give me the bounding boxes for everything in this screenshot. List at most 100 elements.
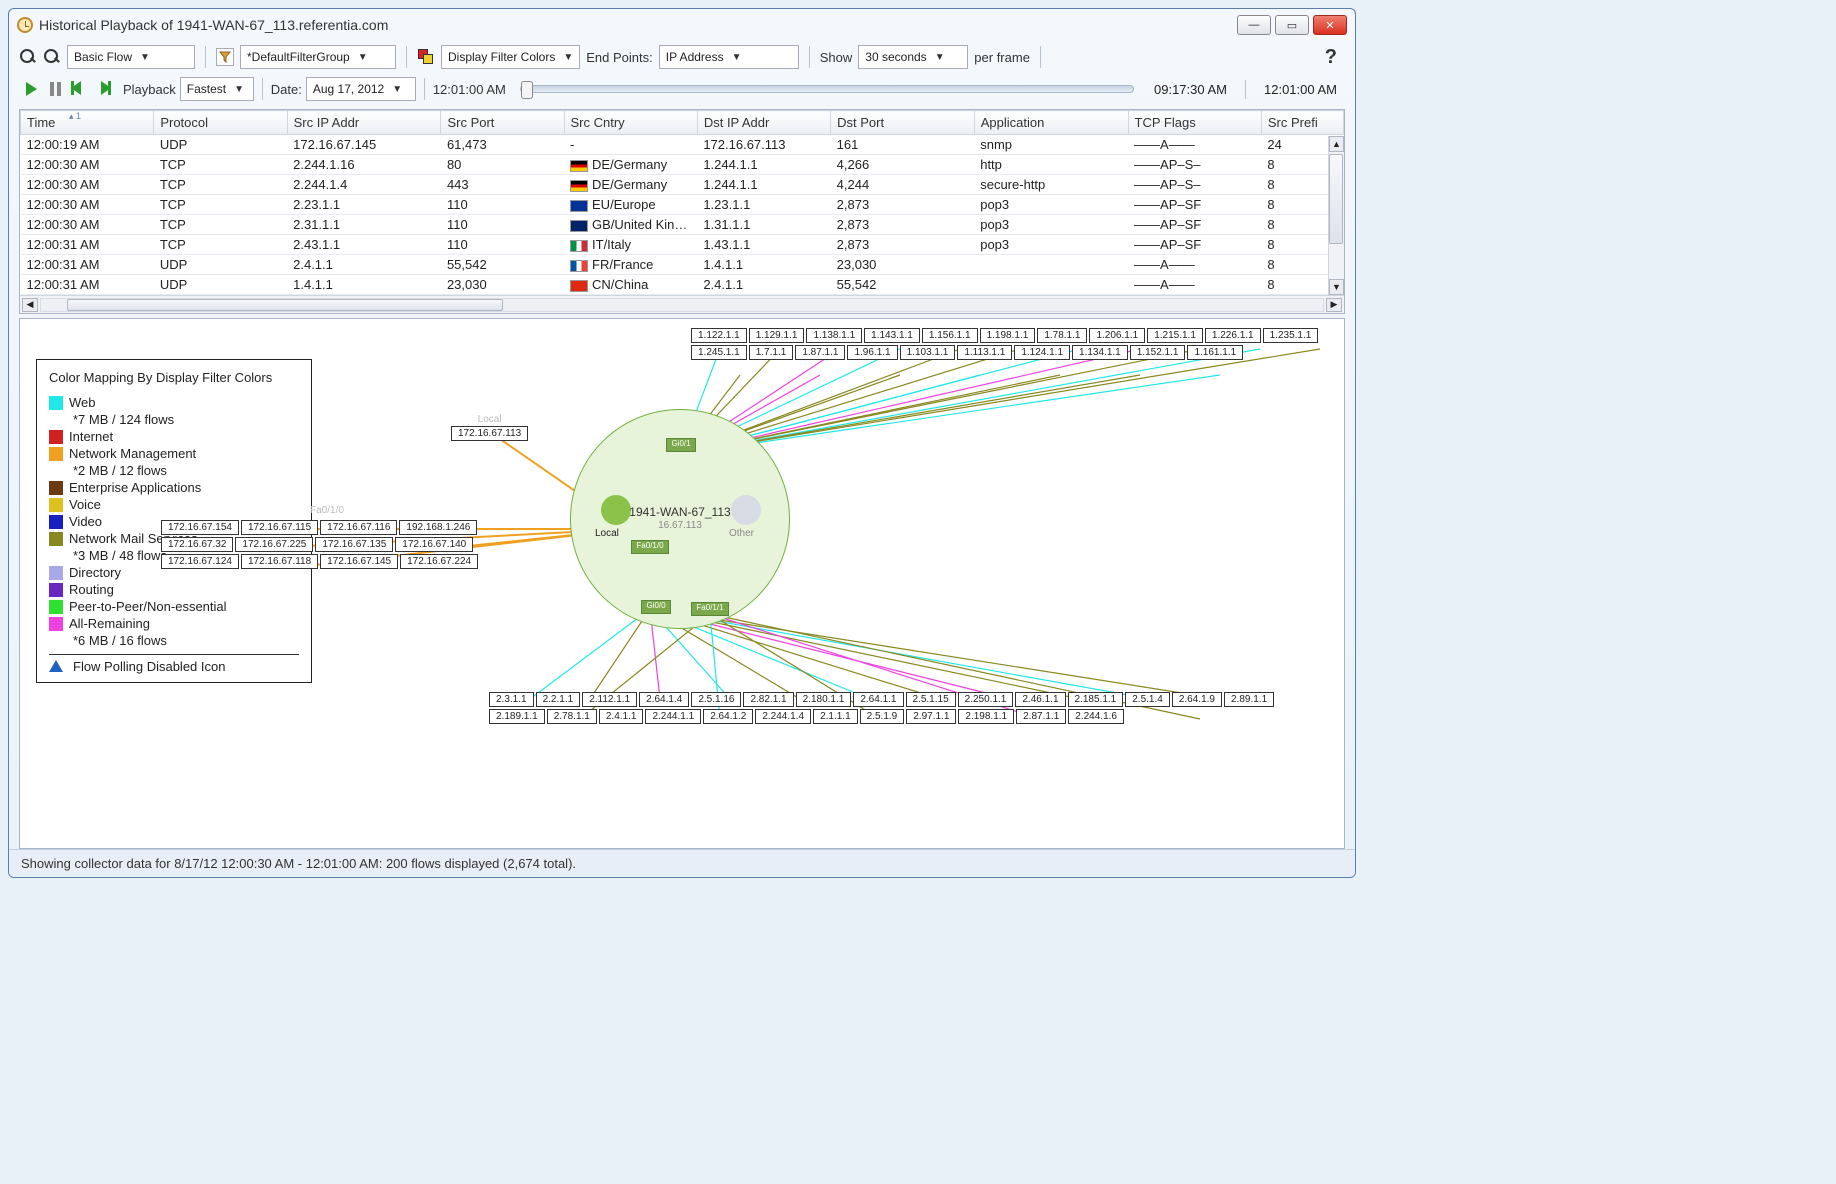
ip-chip[interactable]: 2.189.1.1 <box>489 709 545 724</box>
ip-chip[interactable]: 1.152.1.1 <box>1130 345 1186 360</box>
port-fa011[interactable]: Fa0/1/1 <box>691 602 729 616</box>
ip-chip[interactable]: 2.78.1.1 <box>547 709 597 724</box>
table-row[interactable]: 12:00:31 AMUDP1.4.1.123,030CN/China2.4.1… <box>21 275 1344 295</box>
horizontal-scrollbar[interactable]: ◀ ▶ <box>20 295 1344 313</box>
ip-chip[interactable]: 1.124.1.1 <box>1014 345 1070 360</box>
zoom-in-icon[interactable] <box>19 48 37 66</box>
ip-chip[interactable]: 192.168.1.246 <box>399 520 477 535</box>
ip-chip[interactable]: 2.244.1.4 <box>755 709 811 724</box>
ip-chip[interactable]: 2.5.1.9 <box>860 709 905 724</box>
col-src-ip-addr[interactable]: Src IP Addr <box>287 111 441 135</box>
ip-chip[interactable]: 1.215.1.1 <box>1147 328 1203 343</box>
ip-chip[interactable]: 2.89.1.1 <box>1224 692 1274 707</box>
ip-chip[interactable]: 1.161.1.1 <box>1187 345 1243 360</box>
ip-chip[interactable]: 1.134.1.1 <box>1072 345 1128 360</box>
scroll-left-icon[interactable]: ◀ <box>22 298 38 312</box>
ip-chip[interactable]: 2.64.1.9 <box>1172 692 1222 707</box>
ip-chip[interactable]: 1.103.1.1 <box>900 345 956 360</box>
port-gi01[interactable]: Gi0/1 <box>666 438 696 452</box>
port-gi00[interactable]: Gi0/0 <box>641 600 671 614</box>
scroll-thumb[interactable] <box>1329 154 1343 244</box>
vertical-scrollbar[interactable]: ▲ ▼ <box>1328 136 1344 295</box>
flow-type-dropdown[interactable]: Basic Flow▼ <box>67 45 195 69</box>
table-row[interactable]: 12:00:31 AMTCP2.43.1.1110IT/Italy1.43.1.… <box>21 235 1344 255</box>
pause-button[interactable] <box>45 79 65 99</box>
scroll-thumb-h[interactable] <box>67 299 503 311</box>
display-filter-dropdown[interactable]: Display Filter Colors▼ <box>441 45 580 69</box>
help-button[interactable]: ? <box>1325 46 1337 69</box>
slider-thumb[interactable] <box>521 81 533 99</box>
table-row[interactable]: 12:00:31 AMUDP2.4.1.155,542FR/France1.4.… <box>21 255 1344 275</box>
ip-chip[interactable]: 2.97.1.1 <box>906 709 956 724</box>
ip-chip[interactable]: 172.16.67.145 <box>320 554 398 569</box>
playback-speed-dropdown[interactable]: Fastest▼ <box>180 77 254 101</box>
col-src-port[interactable]: Src Port <box>441 111 564 135</box>
col-src-cntry[interactable]: Src Cntry <box>564 111 697 135</box>
ip-chip[interactable]: 172.16.67.32 <box>161 537 233 552</box>
col-protocol[interactable]: Protocol <box>154 111 287 135</box>
ip-chip[interactable]: 2.5.1.15 <box>906 692 956 707</box>
maximize-button[interactable]: ▭ <box>1275 15 1309 35</box>
ip-chip[interactable]: 172.16.67.140 <box>395 537 473 552</box>
color-icon[interactable] <box>417 48 435 66</box>
ip-chip[interactable]: 2.64.1.4 <box>639 692 689 707</box>
col-src-prefi[interactable]: Src Prefi <box>1261 111 1343 135</box>
date-dropdown[interactable]: Aug 17, 2012▼ <box>306 77 416 101</box>
ip-chip[interactable]: 2.4.1.1 <box>599 709 644 724</box>
ip-chip[interactable]: 1.87.1.1 <box>795 345 845 360</box>
table-row[interactable]: 12:00:30 AMTCP2.244.1.1680DE/Germany1.24… <box>21 155 1344 175</box>
ip-chip[interactable]: 172.16.67.225 <box>235 537 313 552</box>
ip-chip[interactable]: 172.16.67.135 <box>315 537 393 552</box>
ip-chip[interactable]: 1.235.1.1 <box>1263 328 1319 343</box>
ip-chip[interactable]: 2.244.1.6 <box>1068 709 1124 724</box>
ip-chip[interactable]: 2.250.1.1 <box>958 692 1014 707</box>
ip-chip[interactable]: 1.143.1.1 <box>864 328 920 343</box>
ip-chip[interactable]: 172.16.67.115 <box>241 520 318 535</box>
col-dst-ip-addr[interactable]: Dst IP Addr <box>697 111 830 135</box>
close-button[interactable]: ✕ <box>1313 15 1347 35</box>
scroll-up-icon[interactable]: ▲ <box>1329 136 1344 152</box>
col-application[interactable]: Application <box>974 111 1128 135</box>
col-dst-port[interactable]: Dst Port <box>831 111 975 135</box>
zoom-out-icon[interactable] <box>43 48 61 66</box>
scroll-right-icon[interactable]: ▶ <box>1326 298 1342 312</box>
ip-chip[interactable]: 1.206.1.1 <box>1089 328 1145 343</box>
ip-chip[interactable]: 172.16.67.224 <box>400 554 478 569</box>
ip-chip[interactable]: 172.16.67.116 <box>320 520 397 535</box>
ip-chip[interactable]: 2.198.1.1 <box>958 709 1014 724</box>
ip-chip[interactable]: 2.64.1.2 <box>703 709 753 724</box>
ip-chip[interactable]: 172.16.67.118 <box>241 554 318 569</box>
ip-chip[interactable]: 2.46.1.1 <box>1015 692 1065 707</box>
show-dropdown[interactable]: 30 seconds▼ <box>858 45 968 69</box>
minimize-button[interactable]: — <box>1237 15 1271 35</box>
scroll-down-icon[interactable]: ▼ <box>1329 279 1344 295</box>
ip-chip[interactable]: 2.5.1.16 <box>691 692 741 707</box>
table-row[interactable]: 12:00:30 AMTCP2.23.1.1110EU/Europe1.23.1… <box>21 195 1344 215</box>
filter-icon[interactable] <box>216 48 234 66</box>
topology-canvas[interactable]: Color Mapping By Display Filter Colors W… <box>19 318 1345 849</box>
ip-chip[interactable]: 1.198.1.1 <box>980 328 1036 343</box>
col-tcp-flags[interactable]: TCP Flags <box>1128 111 1261 135</box>
col-time[interactable]: Time▴ 1 <box>21 111 154 135</box>
ip-chip[interactable]: 1.156.1.1 <box>922 328 978 343</box>
filter-group-dropdown[interactable]: *DefaultFilterGroup▼ <box>240 45 396 69</box>
ip-chip[interactable]: 2.2.1.1 <box>536 692 581 707</box>
ip-chip[interactable]: 1.113.1.1 <box>957 345 1012 360</box>
ip-chip[interactable]: 2.3.1.1 <box>489 692 534 707</box>
time-slider[interactable] <box>520 85 1134 93</box>
ip-chip[interactable]: 2.87.1.1 <box>1016 709 1066 724</box>
table-row[interactable]: 12:00:19 AMUDP172.16.67.14561,473-172.16… <box>21 135 1344 155</box>
ip-chip[interactable]: 2.244.1.1 <box>645 709 701 724</box>
ip-chip[interactable]: 2.112.1.1 <box>582 692 637 707</box>
ip-chip[interactable]: 1.78.1.1 <box>1037 328 1087 343</box>
ip-chip[interactable]: 172.16.67.154 <box>161 520 239 535</box>
table-row[interactable]: 12:00:30 AMTCP2.31.1.1110GB/United Kin…1… <box>21 215 1344 235</box>
local-ip-chip[interactable]: 172.16.67.113 <box>451 426 528 441</box>
step-forward-button[interactable] <box>93 79 113 99</box>
ip-chip[interactable]: 2.5.1.4 <box>1125 692 1170 707</box>
ip-chip[interactable]: 1.245.1.1 <box>691 345 747 360</box>
endpoints-dropdown[interactable]: IP Address▼ <box>659 45 799 69</box>
ip-chip[interactable]: 2.82.1.1 <box>743 692 793 707</box>
ip-chip[interactable]: 1.129.1.1 <box>749 328 805 343</box>
ip-chip[interactable]: 172.16.67.124 <box>161 554 239 569</box>
